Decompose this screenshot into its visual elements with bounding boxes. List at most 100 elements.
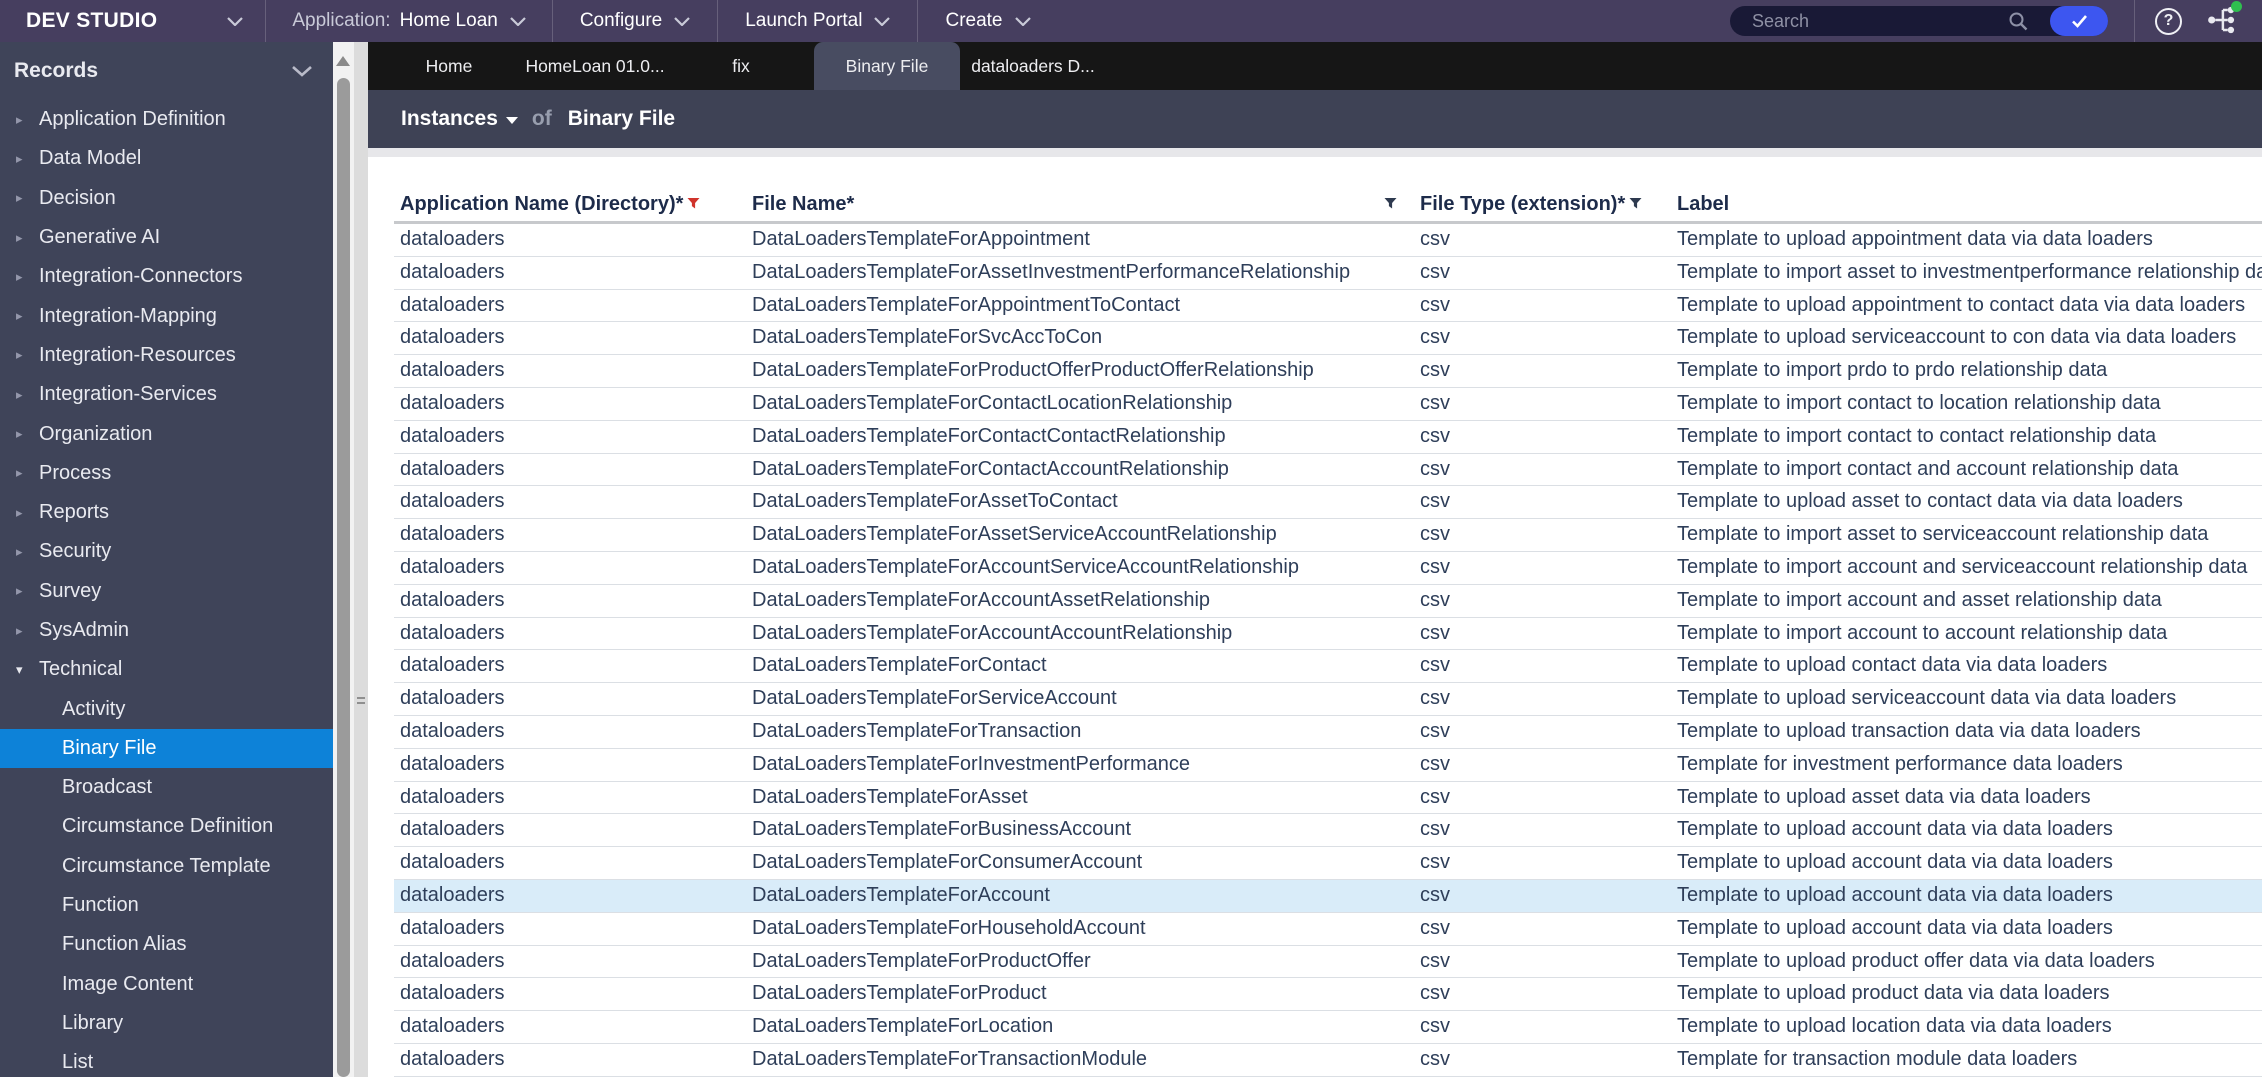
- sidebar-item-sysadmin[interactable]: ▸ SysAdmin: [0, 611, 333, 650]
- sidebar-item-integration-connectors[interactable]: ▸ Integration-Connectors: [0, 257, 333, 296]
- table-row[interactable]: dataloaders DataLoadersTemplateForLocatio…: [394, 1011, 2262, 1044]
- instances-dropdown[interactable]: Instances: [401, 107, 498, 131]
- table-row[interactable]: dataloaders DataLoadersTemplateForInvestm…: [394, 749, 2262, 782]
- table-row[interactable]: dataloaders DataLoadersTemplateForAccount…: [394, 585, 2262, 618]
- triangle-collapsed-icon[interactable]: ▸: [16, 426, 39, 442]
- triangle-collapsed-icon[interactable]: ▸: [16, 505, 39, 521]
- configure-menu[interactable]: Configure: [553, 0, 717, 42]
- column-header-application-name[interactable]: Application Name (Directory)*: [400, 187, 700, 221]
- help-icon: ?: [2163, 12, 2174, 29]
- triangle-collapsed-icon[interactable]: ▸: [16, 387, 39, 403]
- sidebar-item-image-content[interactable]: Image Content: [0, 965, 333, 1004]
- sidebar-item-integration-resources[interactable]: ▸ Integration-Resources: [0, 336, 333, 375]
- table-row[interactable]: dataloaders DataLoadersTemplateForSvcAccT…: [394, 322, 2262, 356]
- tab-dataloaders-d[interactable]: dataloaders D...: [960, 42, 1106, 90]
- triangle-collapsed-icon[interactable]: ▸: [16, 269, 39, 285]
- help-button[interactable]: ?: [2155, 7, 2182, 35]
- sidebar-item-function-alias[interactable]: Function Alias: [0, 925, 333, 964]
- table-row[interactable]: dataloaders DataLoadersTemplateForHouseho…: [394, 913, 2262, 946]
- scroll-up-arrow-icon[interactable]: [336, 56, 350, 66]
- table-row[interactable]: dataloaders DataLoadersTemplateForConsume…: [394, 847, 2262, 880]
- table-row[interactable]: dataloaders DataLoadersTemplateForAccount…: [394, 552, 2262, 585]
- filter-icon[interactable]: [1629, 187, 1642, 221]
- filter-icon[interactable]: [1384, 187, 1397, 221]
- sidebar-item-binary-file[interactable]: Binary File: [0, 728, 333, 769]
- sidebar-item-integration-services[interactable]: ▸ Integration-Services: [0, 375, 333, 414]
- triangle-collapsed-icon[interactable]: ▸: [16, 308, 39, 324]
- tab-home[interactable]: Home: [376, 42, 522, 90]
- panel-splitter[interactable]: [354, 42, 368, 1077]
- table-row[interactable]: dataloaders DataLoadersTemplateForAccount…: [394, 618, 2262, 651]
- sidebar-item-security[interactable]: ▸ Security: [0, 532, 333, 571]
- caret-down-icon[interactable]: [505, 117, 518, 124]
- sidebar-item-organization[interactable]: ▸ Organization: [0, 414, 333, 453]
- triangle-collapsed-icon[interactable]: ▸: [16, 544, 39, 560]
- table-row[interactable]: dataloaders DataLoadersTemplateForService…: [394, 683, 2262, 716]
- triangle-collapsed-icon[interactable]: ▸: [16, 230, 39, 246]
- sidebar-item-reports[interactable]: ▸ Reports: [0, 493, 333, 532]
- sidebar-item-technical[interactable]: ▾ Technical: [0, 650, 333, 689]
- operator-menu-button[interactable]: [2206, 1, 2242, 38]
- triangle-collapsed-icon[interactable]: ▸: [16, 623, 39, 639]
- sidebar-item-list[interactable]: List: [0, 1043, 333, 1077]
- scrollbar-thumb[interactable]: [337, 78, 350, 1077]
- table-row[interactable]: dataloaders DataLoadersTemplateForAccount…: [394, 879, 2262, 913]
- table-row[interactable]: dataloaders DataLoadersTemplateForProduct…: [394, 978, 2262, 1012]
- triangle-collapsed-icon[interactable]: ▸: [16, 151, 39, 167]
- sidebar-item-generative-ai[interactable]: ▸ Generative AI: [0, 218, 333, 257]
- column-header-file-type[interactable]: File Type (extension)*: [1420, 187, 1642, 221]
- triangle-expanded-icon[interactable]: ▾: [16, 662, 39, 678]
- table-row[interactable]: dataloaders DataLoadersTemplateForTransac…: [394, 1044, 2262, 1077]
- table-row[interactable]: dataloaders DataLoadersTemplateForAssetTo…: [394, 486, 2262, 520]
- search-submit-button[interactable]: [2050, 6, 2108, 36]
- tab-homeloan-01-0[interactable]: HomeLoan 01.0...: [522, 42, 668, 90]
- triangle-collapsed-icon[interactable]: ▸: [16, 112, 39, 128]
- table-row[interactable]: dataloaders DataLoadersTemplateForBusines…: [394, 814, 2262, 848]
- sidebar-scrollbar[interactable]: [333, 42, 354, 1077]
- table-row[interactable]: dataloaders DataLoadersTemplateForAppoint…: [394, 290, 2262, 323]
- filter-active-icon[interactable]: [687, 187, 700, 221]
- sidebar-item-data-model[interactable]: ▸ Data Model: [0, 139, 333, 178]
- table-row[interactable]: dataloaders DataLoadersTemplateForAppoint…: [394, 224, 2262, 257]
- application-menu[interactable]: Application: Home Loan: [266, 0, 551, 42]
- table-row[interactable]: dataloaders DataLoadersTemplateForAssetSe…: [394, 519, 2262, 552]
- table-row[interactable]: dataloaders DataLoadersTemplateForProduct…: [394, 946, 2262, 979]
- sidebar-item-process[interactable]: ▸ Process: [0, 454, 333, 493]
- sidebar-item-circumstance-definition[interactable]: Circumstance Definition: [0, 807, 333, 846]
- sidebar-item-integration-mapping[interactable]: ▸ Integration-Mapping: [0, 296, 333, 335]
- sidebar-item-application-definition[interactable]: ▸ Application Definition: [0, 100, 333, 139]
- cell-file-name: DataLoadersTemplateForContactAccountRela…: [752, 457, 1229, 480]
- sidebar-item-decision[interactable]: ▸ Decision: [0, 179, 333, 218]
- table-row[interactable]: dataloaders DataLoadersTemplateForTransac…: [394, 716, 2262, 749]
- sidebar-item-broadcast[interactable]: Broadcast: [0, 768, 333, 807]
- table-row[interactable]: dataloaders DataLoadersTemplateForProduct…: [394, 355, 2262, 388]
- column-header-file-name[interactable]: File Name*: [752, 187, 854, 221]
- triangle-collapsed-icon[interactable]: ▸: [16, 465, 39, 481]
- sidebar-item-activity[interactable]: Activity: [0, 689, 333, 728]
- cell-file-type: csv: [1420, 523, 1450, 546]
- triangle-collapsed-icon[interactable]: ▸: [16, 347, 39, 363]
- triangle-collapsed-icon[interactable]: ▸: [16, 190, 39, 206]
- column-header-label[interactable]: Label: [1677, 187, 1729, 221]
- tab-binary-file[interactable]: Binary File: [814, 42, 960, 90]
- records-header[interactable]: Records: [0, 42, 333, 100]
- table-row[interactable]: dataloaders DataLoadersTemplateForAssetIn…: [394, 257, 2262, 290]
- splitter-grip-icon[interactable]: [357, 697, 365, 707]
- brand-menu-button[interactable]: [227, 16, 244, 26]
- sidebar-item-library[interactable]: Library: [0, 1004, 333, 1043]
- table-row[interactable]: dataloaders DataLoadersTemplateForContact…: [394, 454, 2262, 487]
- sidebar-item-circumstance-template[interactable]: Circumstance Template: [0, 847, 333, 886]
- table-row[interactable]: dataloaders DataLoadersTemplateForContact…: [394, 388, 2262, 421]
- cell-application-name: dataloaders: [400, 982, 505, 1005]
- launch-portal-menu[interactable]: Launch Portal: [718, 0, 917, 42]
- create-menu[interactable]: Create: [918, 0, 1057, 42]
- tab-fix[interactable]: fix: [668, 42, 814, 90]
- cell-file-type: csv: [1420, 555, 1450, 578]
- table-row[interactable]: dataloaders DataLoadersTemplateForContact…: [394, 421, 2262, 454]
- sidebar-item-survey[interactable]: ▸ Survey: [0, 572, 333, 611]
- table-row[interactable]: dataloaders DataLoadersTemplateForContact…: [394, 650, 2262, 684]
- cell-file-name: DataLoadersTemplateForProduct: [752, 982, 1047, 1005]
- triangle-collapsed-icon[interactable]: ▸: [16, 583, 39, 599]
- table-row[interactable]: dataloaders DataLoadersTemplateForAsset cs…: [394, 782, 2262, 815]
- sidebar-item-function[interactable]: Function: [0, 886, 333, 925]
